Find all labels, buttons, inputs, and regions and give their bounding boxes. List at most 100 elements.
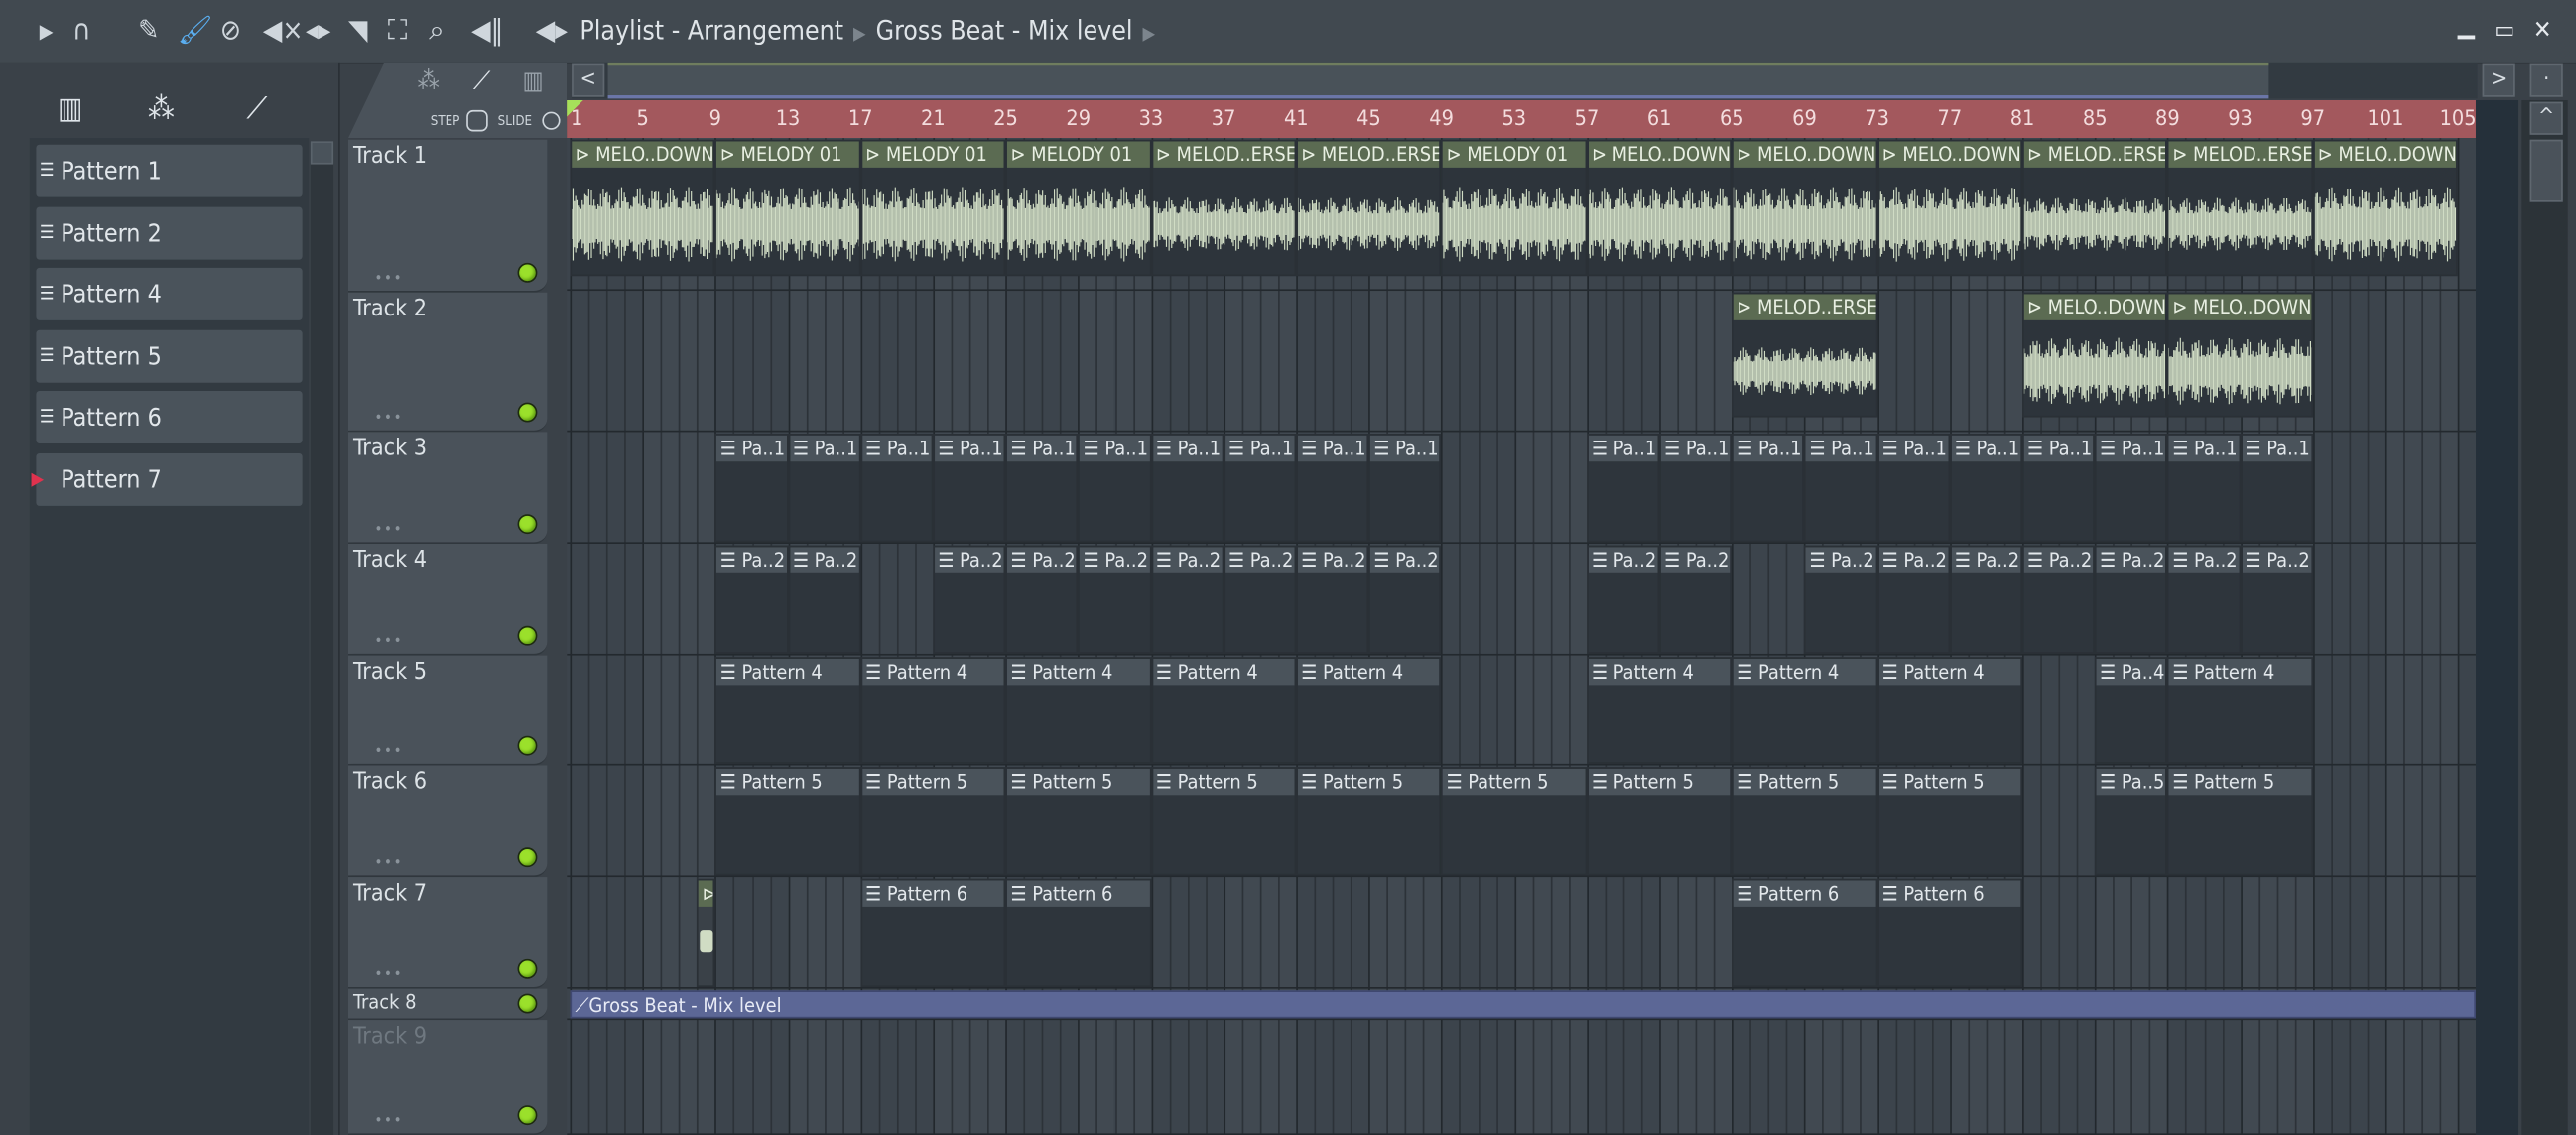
clip-header[interactable]: ☰ Pa..2 [1660,547,1731,573]
pattern-clip[interactable]: ☰ Pa..2 [1586,545,1660,654]
clip-header[interactable]: ☰ Pa..1 [1370,435,1440,462]
playhead-marker-icon[interactable] [567,99,583,117]
pattern-clip[interactable]: ☰ Pattern 6 [860,878,1006,988]
clip-header[interactable]: ⊳ MELO..DOWN [1588,141,1731,168]
clip-header[interactable]: ☰ Pattern 5 [2169,768,2312,796]
track-name[interactable]: Track 5 [353,659,427,685]
audio-clip[interactable]: ⊳ MELODY 01 [714,139,861,277]
playlist-grid[interactable]: ⊳ MELO..DOWN ⊳ MELODY 01 ⊳ MELODY 01 ⊳ MELO… [567,138,2476,1135]
audio-clip[interactable]: ⊳ MELO..DOWN [2167,292,2313,418]
pattern-clip[interactable]: ☰ Pattern 6 [1876,878,2023,988]
pattern-clip[interactable]: ☰ Pa..2 [1296,545,1369,654]
pattern-clip[interactable]: ☰ Pa..2 [714,545,788,654]
clip-header[interactable]: ☰ Pa..1 [1224,435,1295,462]
overview-scroll-window[interactable] [607,62,2269,99]
track-header[interactable]: Track 1 ••• [347,139,548,293]
clip-header[interactable]: ⊳ MELODY 01 [1007,141,1150,168]
clip-header[interactable]: ⊳ MELODY 01 [1443,141,1586,168]
piano-icon[interactable]: ▥ [58,92,82,127]
pattern-clip[interactable]: ☰ Pattern 5 [1586,767,1733,876]
minimize-icon[interactable]: ▁ [2458,10,2475,40]
delete-icon[interactable]: ⊘ [220,15,241,48]
mute-icon[interactable]: ◀× [263,15,304,48]
automation-clip[interactable]: ⟋Gross Beat - Mix level [570,990,2476,1019]
clip-header[interactable]: ☰ Pa..2 [1007,547,1078,573]
pattern-clip[interactable]: ☰ Pa..2 [1659,545,1733,654]
clip-header[interactable]: ☰ Pa..1 [1007,435,1078,462]
track-header[interactable]: Track 9 ••• [347,1020,548,1135]
scroll-thumb[interactable] [310,141,334,165]
clip-header[interactable]: ⊳ MELOD..ERSE [2169,141,2312,168]
pattern-clip[interactable]: ☰ Pa..1 [1804,434,1877,543]
pattern-clip[interactable]: ☰ Pattern 5 [714,767,861,876]
scroll-thumb[interactable] [2529,139,2563,202]
clip-header[interactable]: ⊳ MELO..DOWN [2169,294,2312,320]
clip-header[interactable]: ☰ Pa..2 [2242,547,2312,573]
pattern-clip[interactable]: ☰ Pattern 4 [1005,657,1151,764]
pattern-item[interactable]: ☰ Pattern 1 [36,144,303,197]
track-name[interactable]: Track 8 [353,990,417,1013]
magnet-icon[interactable]: ∩ [72,15,91,48]
pattern-clip[interactable]: ☰ Pa..2 [1150,545,1224,654]
track-enable-led[interactable] [517,402,538,423]
playback-icon[interactable]: ◀‖ [471,15,503,48]
pattern-clip[interactable]: ☰ Pattern 4 [1586,657,1733,764]
clip-header[interactable]: ☰ Pa..1 [2023,435,2094,462]
clip-header[interactable]: ⊳ MELO..DOWN [2023,294,2166,320]
clip-header[interactable]: ☰ Pa..2 [1152,547,1223,573]
track-enable-led[interactable] [517,625,538,646]
track-name[interactable]: Track 9 [353,1023,427,1049]
clip-header[interactable]: ⊳ MELO..DOWN [2314,141,2457,168]
close-icon[interactable]: ✕ [2533,15,2552,45]
track-options-icon[interactable]: ••• [374,522,403,539]
pattern-clip[interactable]: ☰ Pa..1 [1876,434,1950,543]
track-name[interactable]: Track 3 [353,436,427,461]
pattern-clip[interactable]: ☰ Pa..2 [2022,545,2096,654]
pattern-clip[interactable]: ☰ Pa..2 [2095,545,2168,654]
clip-header[interactable]: ☰ Pa..1 [2242,435,2312,462]
pattern-clip[interactable]: ☰ Pa..1 [1150,434,1224,543]
track-options-icon[interactable]: ••• [374,856,403,873]
pattern-clip[interactable]: ☰ Pa..1 [2095,434,2168,543]
clip-header[interactable]: ☰ Pa..2 [2023,547,2094,573]
pattern-clip[interactable]: ☰ Pa..1 [2167,434,2241,543]
track-row[interactable] [567,877,2476,989]
paint-brush-icon[interactable]: 🖌 [178,15,213,48]
waveform-icon[interactable]: ⁂ [418,65,440,95]
clip-header[interactable]: ☰ Pa..1 [2169,435,2239,462]
waveform-icon[interactable]: ⁂ [148,92,175,127]
track-enable-led[interactable] [517,958,538,979]
slice-icon[interactable]: ◥ [348,15,367,48]
audio-clip[interactable]: ⊳ MELO..DOWN [1586,139,1733,277]
clip-header[interactable]: ⊳ MELODY 01 [716,141,859,168]
clip-header[interactable]: ☰ Pattern 4 [861,658,1004,686]
pattern-clip[interactable]: ☰ Pa..1 [1586,434,1660,543]
pattern-clip[interactable]: ☰ Pa..5 [2095,767,2168,876]
pattern-clip[interactable]: ☰ Pa..1 [1659,434,1733,543]
pattern-clip[interactable]: ☰ Pattern 4 [1296,657,1442,764]
pattern-clip[interactable]: ☰ Pattern 5 [1150,767,1297,876]
clip-header[interactable]: ☰ Pa..2 [1370,547,1440,573]
clip-header[interactable]: ☰ Pa..2 [1878,547,1949,573]
clip-header[interactable]: ☰ Pa..1 [789,435,859,462]
clip-header[interactable]: ☰ Pa..1 [1951,435,2021,462]
pattern-clip[interactable]: ☰ Pattern 4 [1150,657,1297,764]
clip-header[interactable]: ⊳ MELO..DOWN [1878,141,2021,168]
clip-header[interactable]: ☰ Pa..2 [935,547,1004,573]
audio-clip[interactable]: ⊳ MELO..DOWN [1732,139,1877,277]
pattern-clip[interactable]: ☰ Pa..1 [860,434,934,543]
clip-header[interactable]: ⟋Gross Beat - Mix level [572,992,2475,1017]
chevron-right-icon[interactable]: ▶ [1142,23,1155,45]
pencil-icon[interactable]: ✎ [138,15,159,48]
clip-header[interactable]: ☰ Pattern 6 [1733,880,1875,907]
clip-header[interactable]: ☰ Pa..2 [1951,547,2021,573]
clip-header[interactable]: ☰ Pa..1 [1878,435,1949,462]
audio-clip[interactable]: ⊳ MELO..DOWN [2022,292,2168,418]
clip-header[interactable]: ☰ Pa..1 [1660,435,1731,462]
clip-header[interactable]: ☰ Pa..2 [1297,547,1367,573]
track-name[interactable]: Track 4 [353,547,427,572]
track-row[interactable] [567,1020,2476,1135]
clip-header[interactable]: ☰ Pa..2 [789,547,859,573]
automation-icon[interactable]: ⟋ [473,65,490,95]
clip-header[interactable]: ☰ Pa..1 [1297,435,1367,462]
